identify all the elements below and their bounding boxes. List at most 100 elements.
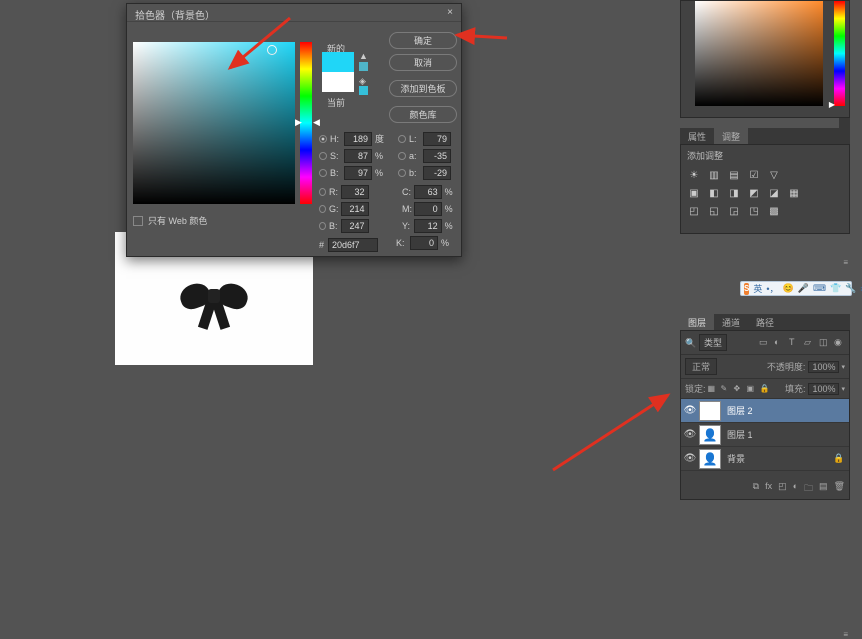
visibility-icon[interactable]: 👁 <box>681 429 699 440</box>
hex-input[interactable] <box>328 238 378 252</box>
layers-panel-menu-icon[interactable]: ≡ <box>843 630 848 639</box>
tab-adjustments[interactable]: 调整 <box>714 128 748 144</box>
lock-transparency-icon[interactable]: ▦ <box>708 384 718 394</box>
fill-chevron-icon[interactable]: ▾ <box>841 385 845 393</box>
gradient-map-icon[interactable]: ◳ <box>747 205 761 217</box>
filter-smart-icon[interactable]: ◫ <box>819 337 830 348</box>
c-input[interactable] <box>414 185 442 199</box>
ime-tool-icon[interactable]: 🔧 <box>845 283 856 294</box>
close-icon[interactable]: × <box>447 7 453 18</box>
b2-radio[interactable] <box>398 169 406 177</box>
layer-row[interactable]: 👁 👤 背景 🔒 <box>681 447 849 471</box>
brightness-contrast-icon[interactable]: ☀ <box>687 169 701 181</box>
visibility-icon[interactable]: 👁 <box>681 405 699 416</box>
vibrance-icon[interactable]: ▽ <box>767 169 781 181</box>
search-icon[interactable]: 🔍 <box>685 338 695 348</box>
web-colors-checkbox[interactable] <box>133 216 143 226</box>
layer-mask-icon[interactable]: ◰ <box>778 481 787 497</box>
b-input[interactable] <box>344 166 372 180</box>
tab-layers[interactable]: 图层 <box>680 314 714 330</box>
color-libraries-button[interactable]: 颜色库 <box>389 106 457 123</box>
color-balance-icon[interactable]: ◧ <box>707 187 721 199</box>
threshold-icon[interactable]: ◲ <box>727 205 741 217</box>
layer-row[interactable]: 👁 图层 2 <box>681 399 849 423</box>
g-input[interactable] <box>341 202 369 216</box>
ime-logo-icon[interactable]: S <box>744 283 749 295</box>
add-to-swatches-button[interactable]: 添加到色板 <box>389 80 457 97</box>
ime-keyboard-icon[interactable]: ⌨ <box>813 283 826 294</box>
layer-thumbnail[interactable]: 👤 <box>699 449 721 469</box>
panel-menu-icon[interactable]: ≡ <box>843 258 848 267</box>
h-input[interactable] <box>344 132 372 146</box>
filter-adjust-icon[interactable]: ◐ <box>774 337 785 348</box>
layer-row[interactable]: 👁 👤 图层 1 <box>681 423 849 447</box>
r-radio[interactable] <box>319 188 326 196</box>
color-panel-hue[interactable] <box>834 1 845 106</box>
l-radio[interactable] <box>398 135 406 143</box>
link-layers-icon[interactable]: ⧉ <box>753 481 759 497</box>
ime-emoji-icon[interactable]: 😊 <box>783 283 794 294</box>
a-radio[interactable] <box>398 152 406 160</box>
opacity-chevron-icon[interactable]: ▾ <box>841 363 845 371</box>
b2-input[interactable] <box>423 166 451 180</box>
filter-shape-icon[interactable]: ▱ <box>804 337 815 348</box>
ime-toolbar[interactable]: S 英 •， 😊 🎤 ⌨ 👕 🔧 ≡ <box>740 281 852 296</box>
cancel-button[interactable]: 取消 <box>389 54 457 71</box>
layer-thumbnail[interactable]: 👤 <box>699 425 721 445</box>
exposure-icon[interactable]: ☑ <box>747 169 761 181</box>
color-field-cursor[interactable] <box>267 45 277 55</box>
current-color-swatch[interactable] <box>322 72 354 92</box>
bw-icon[interactable]: ◨ <box>727 187 741 199</box>
color-lookup-icon[interactable]: ▦ <box>787 187 801 199</box>
layer-name[interactable]: 图层 1 <box>727 428 849 441</box>
y-input[interactable] <box>414 219 442 233</box>
lock-pixels-icon[interactable]: ✎ <box>721 384 731 394</box>
hue-sat-icon[interactable]: ▣ <box>687 187 701 199</box>
ime-mode[interactable]: 英 <box>753 282 762 295</box>
layer-thumbnail[interactable] <box>699 401 721 421</box>
l-input[interactable] <box>423 132 451 146</box>
filter-toggle-icon[interactable]: ◉ <box>834 337 845 348</box>
h-radio[interactable] <box>319 135 327 143</box>
layer-name[interactable]: 背景 <box>727 452 833 465</box>
bb-input[interactable] <box>341 219 369 233</box>
lock-position-icon[interactable]: ✥ <box>734 384 744 394</box>
ok-button[interactable]: 确定 <box>389 32 457 49</box>
s-radio[interactable] <box>319 152 327 160</box>
ime-skin-icon[interactable]: 👕 <box>830 283 841 294</box>
tab-paths[interactable]: 路径 <box>748 314 782 330</box>
a-input[interactable] <box>423 149 451 163</box>
g-radio[interactable] <box>319 205 326 213</box>
s-input[interactable] <box>344 149 372 163</box>
color-field[interactable] <box>133 42 295 204</box>
layer-style-icon[interactable]: fx <box>765 481 772 497</box>
color-panel-field[interactable] <box>695 1 823 106</box>
m-input[interactable] <box>414 202 442 216</box>
lock-artboard-icon[interactable]: ▣ <box>747 384 757 394</box>
opacity-value[interactable]: 100% <box>808 361 839 373</box>
bb-radio[interactable] <box>319 222 326 230</box>
dialog-titlebar[interactable]: 拾色器（背景色） × <box>127 4 461 22</box>
filter-pixel-icon[interactable]: ▭ <box>759 337 770 348</box>
k-input[interactable] <box>410 236 438 250</box>
filter-kind-dropdown[interactable]: 类型 <box>699 334 727 351</box>
photo-filter-icon[interactable]: ◩ <box>747 187 761 199</box>
blend-mode-dropdown[interactable]: 正常 <box>685 358 717 375</box>
ime-punct-icon[interactable]: •， <box>766 282 778 295</box>
selective-color-icon[interactable]: ▩ <box>767 205 781 217</box>
b-radio[interactable] <box>319 169 327 177</box>
filter-type-icon[interactable]: T <box>789 337 800 348</box>
websafe-closest-swatch[interactable] <box>359 86 368 95</box>
ime-mic-icon[interactable]: 🎤 <box>798 283 809 294</box>
channel-mixer-icon[interactable]: ◪ <box>767 187 781 199</box>
lock-icon[interactable]: 🔒 <box>833 453 849 464</box>
visibility-icon[interactable]: 👁 <box>681 453 699 464</box>
new-layer-icon[interactable]: ▤ <box>819 481 828 497</box>
fill-value[interactable]: 100% <box>808 383 839 395</box>
web-colors-checkbox-row[interactable]: 只有 Web 颜色 <box>133 214 207 227</box>
tab-properties[interactable]: 属性 <box>680 128 714 144</box>
tab-channels[interactable]: 通道 <box>714 314 748 330</box>
gamut-warning-icon[interactable]: ▲ <box>359 51 368 61</box>
group-icon[interactable]: 🗀 <box>804 481 813 497</box>
layer-name[interactable]: 图层 2 <box>727 404 849 417</box>
